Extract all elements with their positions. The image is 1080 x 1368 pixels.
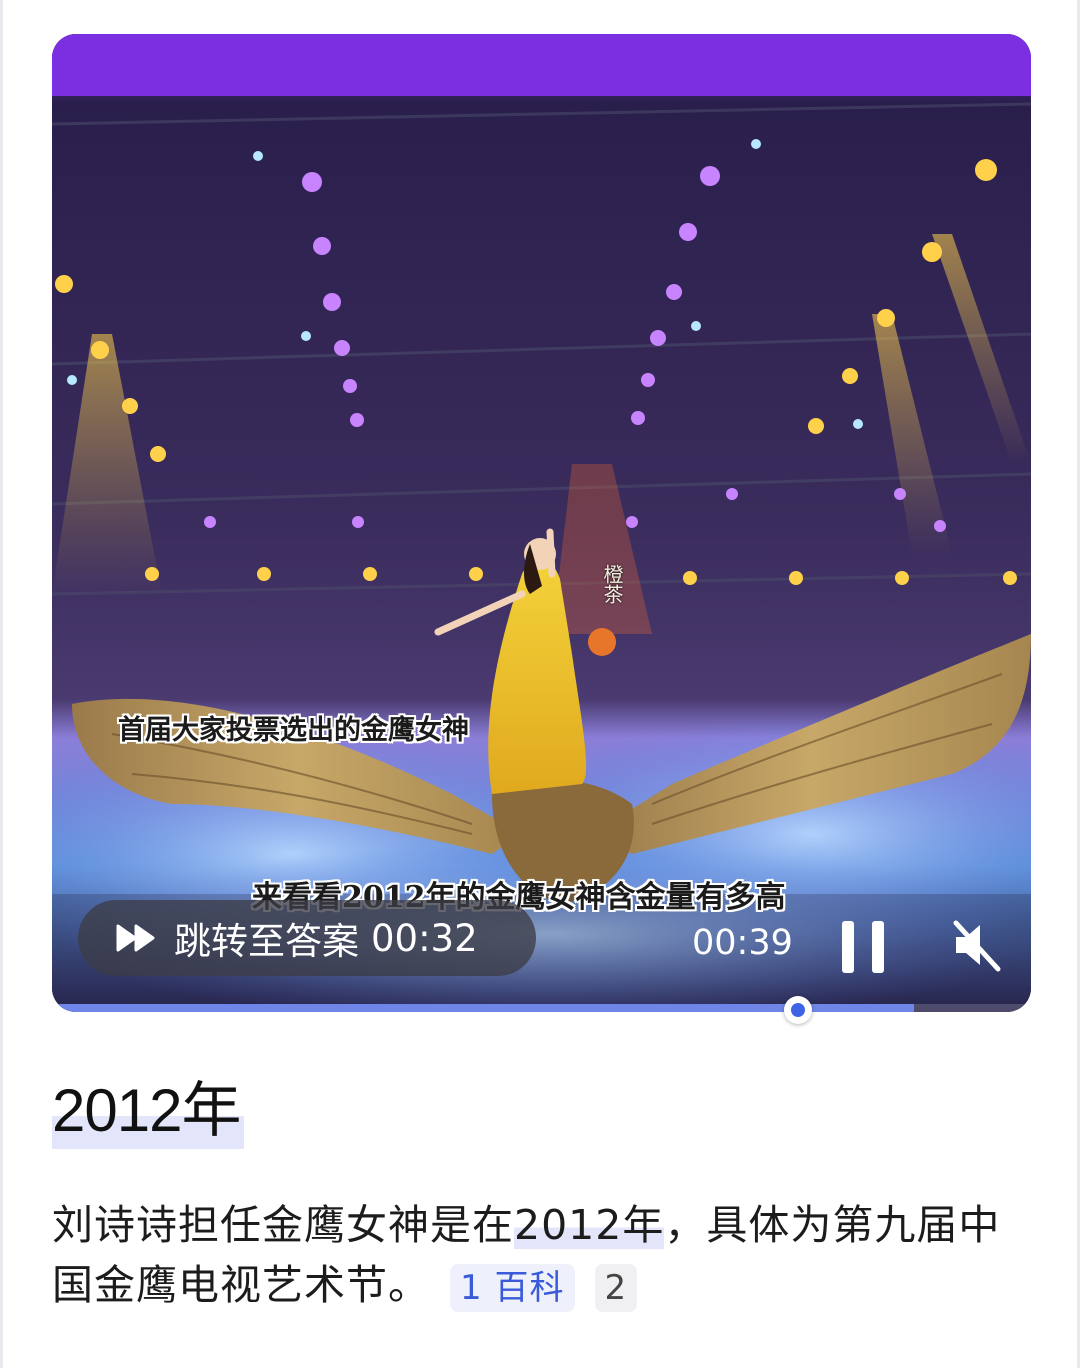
answer-text-before: 刘诗诗担任金鹰女神是在 xyxy=(52,1201,514,1249)
pause-button[interactable] xyxy=(842,921,886,973)
video-frame-image xyxy=(52,34,1031,1012)
citation-number: 1 xyxy=(460,1268,483,1308)
skip-to-answer-button[interactable]: 跳转至答案 00:32 xyxy=(78,900,536,976)
progress-thumb[interactable] xyxy=(784,996,812,1024)
pause-icon-bar-right xyxy=(872,921,884,973)
answer-body: 刘诗诗担任金鹰女神是在2012年，具体为第九届中国金鹰电视艺术节。 1 百科 2 xyxy=(52,1195,1042,1315)
skip-to-answer-time: 00:32 xyxy=(371,916,478,960)
citation-source: 百科 xyxy=(494,1268,565,1308)
video-watermark: 橙茶 xyxy=(600,564,624,604)
skip-to-answer-label: 跳转至答案 xyxy=(174,920,359,963)
progress-bar[interactable] xyxy=(52,1004,1031,1012)
citation-1-baike[interactable]: 1 百科 xyxy=(450,1264,575,1312)
video-player[interactable]: 首届大家投票选出的金鹰女神 来看看2012年的金鹰女神含金量有多高 橙茶 跳转至… xyxy=(52,34,1031,1012)
mute-icon[interactable] xyxy=(950,917,1002,973)
fast-forward-icon xyxy=(116,924,155,952)
citation-number: 2 xyxy=(604,1268,628,1308)
left-edge xyxy=(0,0,3,1368)
citation-2[interactable]: 2 xyxy=(594,1264,638,1312)
video-subtitle-top: 首届大家投票选出的金鹰女神 xyxy=(118,715,469,746)
answer-text-highlight: 2012年 xyxy=(514,1201,665,1249)
answer-title: 2012年 xyxy=(52,1062,245,1149)
pause-icon-bar-left xyxy=(842,921,854,973)
current-time: 00:39 xyxy=(692,923,793,963)
